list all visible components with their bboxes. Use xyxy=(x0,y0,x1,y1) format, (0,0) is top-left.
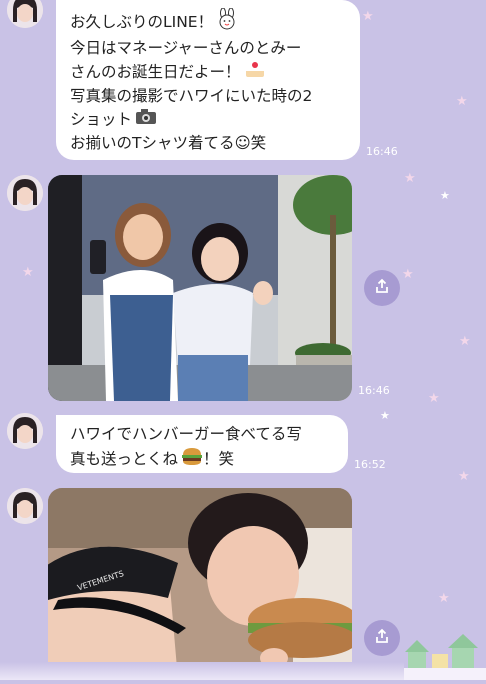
background-star: ★ xyxy=(404,171,416,186)
background-star: ★ xyxy=(458,469,470,484)
message-line: 写真集の撮影でハワイにいた時の2 xyxy=(70,87,313,105)
timestamp: 16:46 xyxy=(358,384,390,397)
share-button[interactable] xyxy=(364,620,400,656)
message-line: お揃いのTシャツ着てる☺笑 xyxy=(70,134,267,152)
message-line: ショット xyxy=(70,108,346,132)
timestamp: 16:46 xyxy=(366,145,398,158)
cake-emoji-icon xyxy=(244,60,266,85)
avatar[interactable] xyxy=(7,0,43,28)
message-bubble[interactable]: お久しぶりのLINE！ 今日はマネージャーさんのとみー さんのお誕生日だよー！ … xyxy=(56,0,360,160)
message-line: お久しぶりのLINE！ xyxy=(70,7,346,37)
rabbit-emoji-icon xyxy=(216,7,238,37)
message-line: 今日はマネージャーさんのとみー xyxy=(70,39,302,57)
camera-emoji-icon xyxy=(135,108,157,132)
background-star: ★ xyxy=(428,391,440,406)
bottom-cloud-strip xyxy=(0,662,404,680)
share-button[interactable] xyxy=(364,270,400,306)
photo-hamburger[interactable]: VETEMENTS xyxy=(48,488,352,680)
message-line: さんのお誕生日だよー！ xyxy=(70,60,346,85)
background-star: ★ xyxy=(438,591,450,606)
share-icon xyxy=(374,278,390,298)
message-line: 真も送っとくね ！笑 xyxy=(70,446,334,473)
background-star: ★ xyxy=(362,9,374,24)
photo-hawaii-two-shot[interactable] xyxy=(48,175,352,401)
share-icon xyxy=(374,628,390,648)
hamburger-emoji-icon xyxy=(181,446,203,473)
background-star: ★ xyxy=(380,409,390,422)
background-star: ★ xyxy=(402,267,414,282)
message-line: ハワイでハンバーガー食べてる写 xyxy=(70,425,302,443)
avatar[interactable] xyxy=(7,488,43,524)
background-star: ★ xyxy=(459,334,471,349)
background-star: ★ xyxy=(440,189,450,202)
message-bubble[interactable]: ハワイでハンバーガー食べてる写 真も送っとくね ！笑 xyxy=(56,415,348,473)
background-star: ★ xyxy=(22,265,34,280)
background-star: ★ xyxy=(456,94,468,109)
avatar[interactable] xyxy=(7,413,43,449)
avatar[interactable] xyxy=(7,175,43,211)
decorative-houses xyxy=(404,628,486,680)
timestamp: 16:52 xyxy=(354,458,386,471)
